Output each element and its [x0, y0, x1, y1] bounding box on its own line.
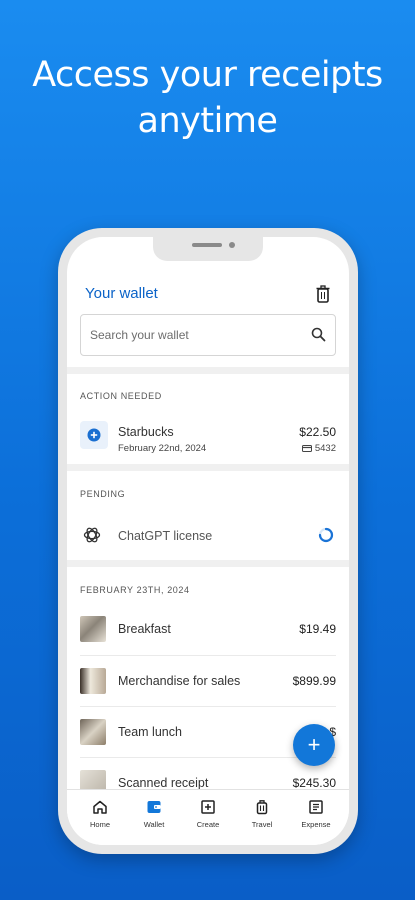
search-box — [80, 314, 336, 356]
add-receipt-button[interactable]: + — [293, 724, 335, 766]
section-divider — [67, 367, 349, 374]
nav-label-travel: Travel — [251, 820, 273, 829]
fab-plus-label: + — [307, 732, 321, 757]
card-number: 5432 — [301, 443, 336, 454]
credit-card-icon — [301, 444, 312, 452]
headline: Access your receipts anytime — [0, 52, 415, 144]
transaction-date: February 22nd, 2024 — [118, 443, 207, 454]
row-separator — [80, 655, 336, 656]
receipt-thumbnail — [80, 668, 106, 694]
nav-item-wallet[interactable]: Wallet — [129, 790, 179, 845]
bottom-nav: Home Wallet Create Travel Expense — [67, 789, 349, 845]
trash-icon[interactable] — [315, 285, 331, 303]
receipt-name: Scanned receipt — [118, 776, 209, 790]
luggage-icon — [256, 800, 268, 815]
headline-line-2: anytime — [137, 101, 278, 141]
phone-notch — [153, 237, 263, 261]
receipt-thumbnail — [80, 616, 106, 642]
expense-report-icon — [309, 800, 323, 814]
headline-line-1: Access your receipts — [32, 55, 383, 95]
section-divider — [67, 560, 349, 567]
receipt-row[interactable]: Merchandise for sales $899.99 — [67, 658, 349, 702]
merchant-name: Starbucks — [118, 425, 174, 439]
section-label-action-needed: ACTION NEEDED — [80, 391, 162, 401]
nav-item-home[interactable]: Home — [75, 790, 125, 845]
pending-item[interactable]: ChatGPT license — [67, 512, 349, 556]
openai-logo-icon — [82, 525, 102, 550]
receipt-row[interactable]: Breakfast $19.49 — [67, 606, 349, 650]
front-camera — [229, 242, 235, 248]
nav-label-expense: Expense — [301, 820, 331, 829]
receipt-amount: $19.49 — [299, 622, 336, 636]
wallet-icon — [147, 801, 161, 813]
row-separator — [80, 706, 336, 707]
phone-frame: Your wallet ACTION NEEDED — [58, 228, 358, 854]
transaction-amount: $22.50 — [299, 425, 336, 439]
speaker-grille — [192, 243, 222, 247]
loading-spinner-icon — [318, 527, 334, 548]
nav-label-create: Create — [196, 820, 220, 829]
section-label-pending: PENDING — [80, 489, 126, 499]
nav-label-wallet: Wallet — [143, 820, 165, 829]
page-title: Your wallet — [85, 285, 158, 302]
nav-item-expense[interactable]: Expense — [291, 790, 341, 845]
search-input[interactable] — [81, 315, 291, 355]
nav-label-home: Home — [89, 820, 110, 829]
card-last-digits: 5432 — [314, 443, 336, 454]
plus-circle-icon — [80, 421, 108, 449]
create-icon — [201, 800, 215, 814]
action-needed-item[interactable]: Starbucks February 22nd, 2024 $22.50 543… — [67, 413, 349, 457]
receipt-thumbnail — [80, 719, 106, 745]
search-icon[interactable] — [311, 327, 326, 342]
receipt-amount: $245.30 — [292, 776, 336, 790]
phone-screen: Your wallet ACTION NEEDED — [67, 237, 349, 845]
nav-item-create[interactable]: Create — [183, 790, 233, 845]
nav-item-travel[interactable]: Travel — [237, 790, 287, 845]
receipt-name: Team lunch — [118, 725, 182, 739]
pending-name: ChatGPT license — [118, 529, 213, 543]
receipt-name: Breakfast — [118, 622, 171, 636]
home-icon — [93, 800, 107, 814]
section-divider — [67, 464, 349, 471]
section-label-date: FEBRUARY 23TH, 2024 — [80, 585, 190, 595]
receipt-name: Merchandise for sales — [118, 674, 241, 688]
receipt-amount: $899.99 — [292, 674, 336, 688]
